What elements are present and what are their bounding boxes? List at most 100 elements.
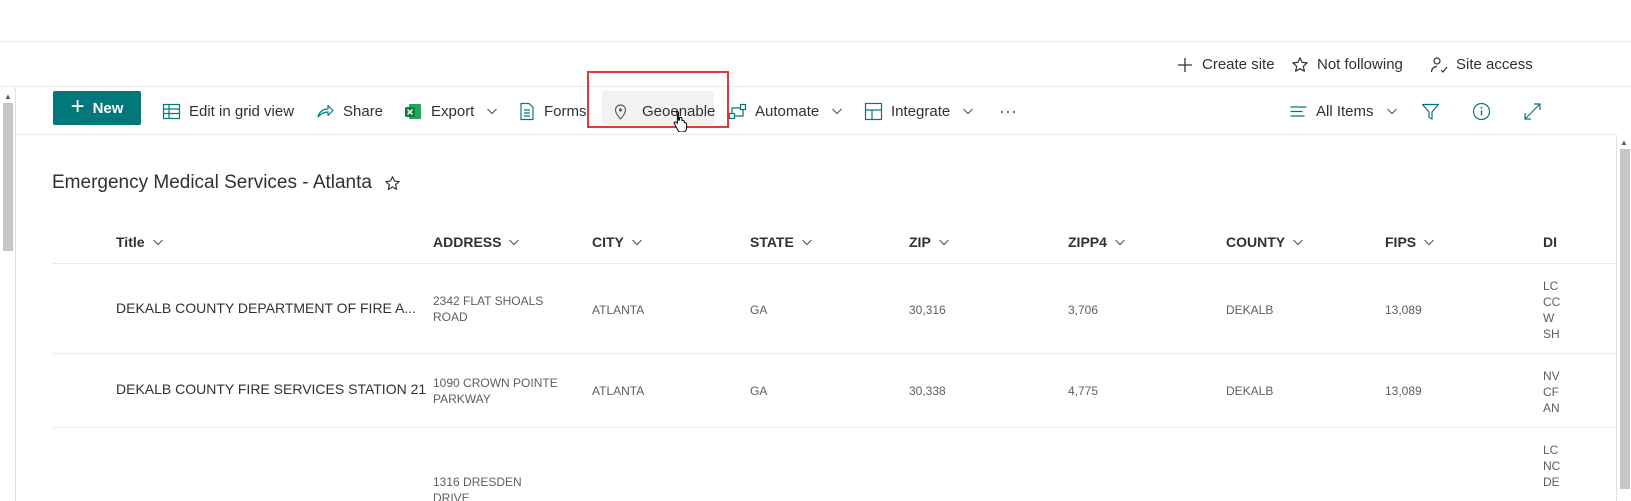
flow-icon: [728, 103, 747, 119]
cell-address: 2342 FLAT SHOALS ROAD: [433, 294, 544, 324]
command-bar: + New Edit in grid view Share Export For…: [16, 71, 1616, 135]
cell-zipp4: 3,706: [1068, 303, 1099, 317]
share-label: Share: [343, 102, 384, 120]
chevron-down-icon: [152, 239, 163, 246]
cell-zipp4: 4,775: [1068, 384, 1099, 398]
column-header-title[interactable]: Title: [116, 221, 164, 263]
new-label: New: [92, 99, 124, 117]
column-header-zipp4[interactable]: ZIPP4: [1068, 221, 1126, 263]
site-header-bar: Create site Not following Site access: [0, 42, 1631, 87]
export-button[interactable]: Export: [404, 87, 498, 135]
table-row[interactable]: 1316 DRESDEN DRIVE LC NC DE: [52, 428, 1616, 501]
column-header-city[interactable]: CITY: [592, 221, 643, 263]
chevron-down-icon: [631, 239, 642, 246]
cell-fips: 13,089: [1385, 303, 1422, 317]
edit-grid-view-label: Edit in grid view: [189, 102, 295, 120]
forms-button[interactable]: Forms: [517, 87, 587, 135]
cell-state: GA: [750, 384, 768, 398]
chevron-down-icon: [938, 239, 949, 246]
share-button[interactable]: Share: [316, 87, 383, 135]
grid-icon: [162, 103, 181, 119]
create-site-label: Create site: [1202, 56, 1275, 73]
cell-di: NV CF AN: [1543, 369, 1560, 415]
column-header-label: FIPS: [1385, 234, 1417, 250]
scroll-up-arrow-icon[interactable]: ▲: [1620, 138, 1628, 147]
info-icon: [1472, 102, 1491, 120]
cell-city: ATLANTA: [592, 303, 645, 317]
list-view-icon: [1290, 105, 1307, 117]
column-header-label: ZIP: [909, 234, 931, 250]
column-header-state[interactable]: STATE: [750, 221, 813, 263]
star-outline-icon: [1292, 56, 1308, 72]
scrollbar-thumb[interactable]: [1620, 149, 1630, 489]
not-following-label: Not following: [1317, 56, 1403, 73]
suite-header: [0, 0, 1631, 42]
column-header-label: DI: [1543, 234, 1557, 250]
cell-zip: 30,316: [909, 303, 946, 317]
form-icon: [520, 102, 534, 120]
cell-title[interactable]: DEKALB COUNTY DEPARTMENT OF FIRE A...: [116, 300, 416, 316]
plus-icon: [1178, 57, 1192, 72]
filter-button[interactable]: [1421, 87, 1440, 135]
scroll-up-arrow-icon[interactable]: ▲: [4, 92, 12, 101]
favorite-star-icon[interactable]: [384, 175, 401, 192]
site-access-label: Site access: [1456, 56, 1533, 73]
chevron-down-icon: [509, 239, 520, 246]
cell-address: 1316 DRESDEN DRIVE: [433, 475, 522, 501]
list-title: Emergency Medical Services - Atlanta: [52, 172, 401, 194]
fullscreen-button[interactable]: [1523, 87, 1542, 135]
excel-icon: [405, 103, 421, 119]
scrollbar-thumb[interactable]: [3, 103, 13, 251]
chevron-down-icon: [1424, 239, 1435, 246]
column-header-label: ZIPP4: [1068, 234, 1107, 250]
automate-button[interactable]: Automate: [728, 87, 843, 135]
plus-icon: +: [70, 93, 85, 120]
not-following-button[interactable]: Not following: [1291, 42, 1403, 87]
share-icon: [317, 104, 334, 118]
integrate-label: Integrate: [891, 102, 951, 120]
list-title-text: Emergency Medical Services - Atlanta: [52, 172, 372, 193]
cell-county: DEKALB: [1226, 384, 1274, 398]
more-icon: ···: [999, 100, 1017, 121]
table-row[interactable]: DEKALB COUNTY FIRE SERVICES STATION 21 10…: [52, 354, 1616, 428]
column-header-label: STATE: [750, 234, 794, 250]
hand-pointer-cursor-icon: [673, 110, 688, 132]
cell-di: LC NC DE: [1543, 443, 1561, 489]
people-icon: [1430, 56, 1448, 73]
chevron-down-icon: [1386, 108, 1397, 115]
forms-label: Forms: [544, 102, 587, 120]
integrate-icon: [864, 102, 883, 120]
new-button[interactable]: + New: [53, 91, 141, 125]
automate-label: Automate: [755, 102, 820, 120]
column-header-label: COUNTY: [1226, 234, 1286, 250]
more-options-button[interactable]: ···: [999, 87, 1017, 135]
site-access-button[interactable]: Site access: [1430, 42, 1533, 87]
column-header-label: CITY: [592, 234, 624, 250]
cell-fips: 13,089: [1385, 384, 1422, 398]
column-header-di[interactable]: DI: [1543, 221, 1557, 263]
cell-di: LC CC W SH: [1543, 279, 1561, 341]
cell-title[interactable]: DEKALB COUNTY FIRE SERVICES STATION 21: [116, 381, 426, 397]
cell-city: ATLANTA: [592, 384, 645, 398]
right-scrollbar[interactable]: ▲: [1616, 135, 1631, 501]
chevron-down-icon: [487, 108, 498, 115]
create-site-button[interactable]: Create site: [1176, 42, 1275, 87]
column-header-county[interactable]: COUNTY: [1226, 221, 1304, 263]
cell-county: DEKALB: [1226, 303, 1274, 317]
table-row[interactable]: DEKALB COUNTY DEPARTMENT OF FIRE A... 234…: [52, 264, 1616, 354]
left-scrollbar[interactable]: ▲: [0, 87, 16, 501]
edit-grid-view-button[interactable]: Edit in grid view: [162, 87, 294, 135]
column-header-label: ADDRESS: [433, 234, 502, 250]
geoenable-highlight-box: [587, 71, 729, 128]
column-header-zip[interactable]: ZIP: [909, 221, 950, 263]
filter-icon: [1421, 103, 1440, 120]
integrate-button[interactable]: Integrate: [864, 87, 974, 135]
info-button[interactable]: [1472, 87, 1491, 135]
export-label: Export: [431, 102, 475, 120]
chevron-down-icon: [963, 108, 974, 115]
column-header-address[interactable]: ADDRESS: [433, 221, 520, 263]
cell-zip: 30,338: [909, 384, 946, 398]
chevron-down-icon: [1114, 239, 1125, 246]
view-selector-button[interactable]: All Items: [1289, 87, 1398, 135]
column-header-fips[interactable]: FIPS: [1385, 221, 1435, 263]
